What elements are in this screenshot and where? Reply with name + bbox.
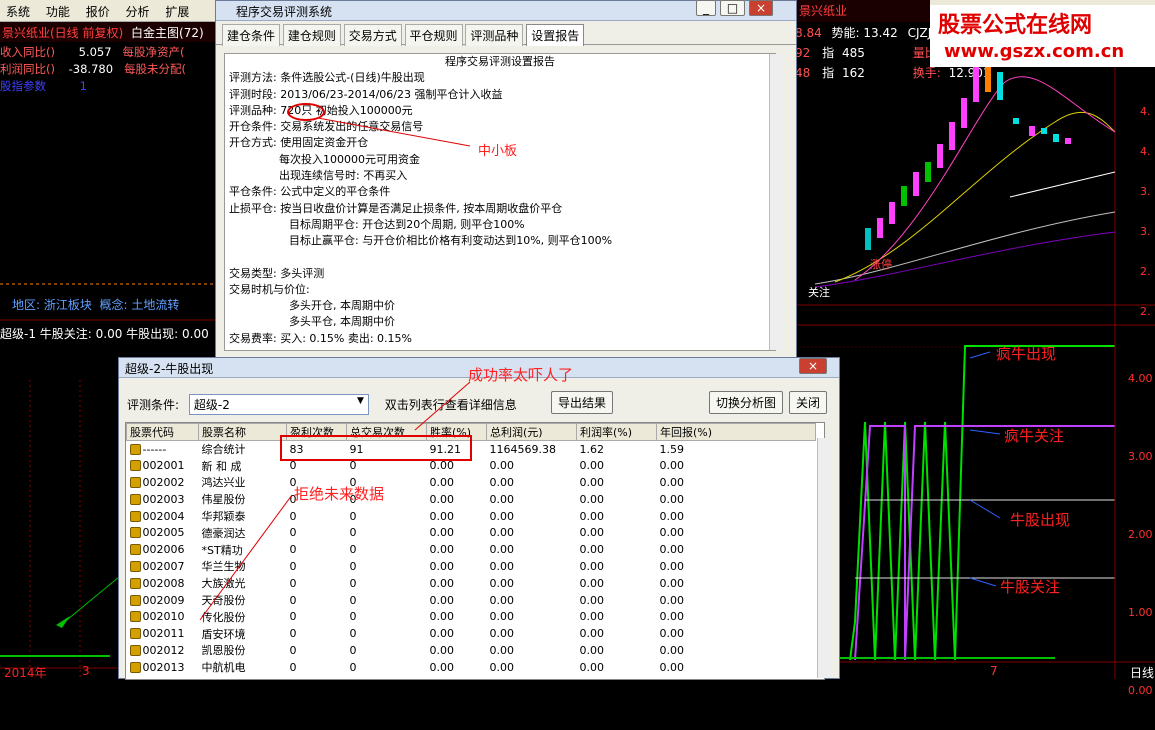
annotation-crazy-bull-focus: 疯牛关注 [1004, 427, 1065, 445]
annotation-bull-out: 牛股出现 [1010, 511, 1071, 529]
annotation-success-rate: 成功率太吓人了 [468, 366, 574, 384]
annotation-no-future: 拒绝未来数据 [294, 485, 385, 503]
annotation-small-board: 中小板 [478, 144, 518, 159]
annotation-bull-focus: 牛股关注 [1000, 578, 1061, 596]
annotation-crazy-bull-out: 疯牛出现 [996, 345, 1057, 363]
annotation-arrows [199, 117, 1001, 621]
